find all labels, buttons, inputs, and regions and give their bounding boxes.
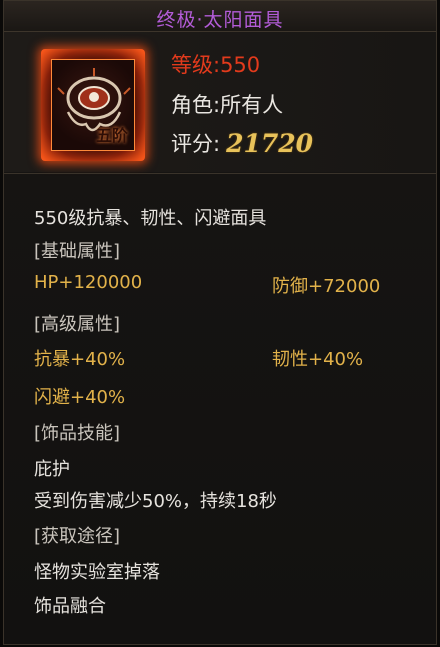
skill-effect: 受到伤害减少50%，持续18秒 <box>34 491 277 512</box>
defense-stat: 防御+72000 <box>272 276 381 297</box>
tier-label: 五阶 <box>95 126 128 145</box>
skill-name: 庇护 <box>34 459 70 480</box>
advanced-attributes-header: [高级属性] <box>34 314 121 335</box>
item-header: 五阶 等级:550 角色:所有人 评分: 21720 <box>4 32 436 172</box>
score-value: 21720 <box>226 129 314 158</box>
item-title: 终极·太阳面具 <box>156 9 284 31</box>
item-level: 等级:550 <box>171 53 261 77</box>
score-label: 评分: <box>171 132 221 156</box>
basic-attributes-header: [基础属性] <box>34 241 121 262</box>
sun-mask-icon: 五阶 <box>51 59 135 151</box>
item-score: 评分: 21720 <box>171 128 313 158</box>
source-item-2: 饰品融合 <box>34 596 106 617</box>
item-icon-slot[interactable]: 五阶 <box>41 49 145 161</box>
title-bar: 终极·太阳面具 <box>4 1 436 32</box>
item-description: 550级抗暴、韧性、闪避面具 <box>34 208 267 229</box>
item-tooltip: 终极·太阳面具 五阶 等级:550 角色:所有人 评分: 21720 550级抗暴… <box>3 0 437 645</box>
source-item-1: 怪物实验室掉落 <box>34 562 160 583</box>
toughness-stat: 韧性+40% <box>272 349 364 370</box>
skill-header: [饰品技能] <box>34 423 121 444</box>
anti-crit-stat: 抗暴+40% <box>34 349 126 370</box>
source-header: [获取途径] <box>34 526 121 547</box>
item-details: 550级抗暴、韧性、闪避面具 [基础属性] HP+120000 防御+72000… <box>4 173 436 645</box>
item-role: 角色:所有人 <box>171 93 284 117</box>
dodge-stat: 闪避+40% <box>34 387 126 408</box>
hp-stat: HP+120000 <box>34 272 143 293</box>
